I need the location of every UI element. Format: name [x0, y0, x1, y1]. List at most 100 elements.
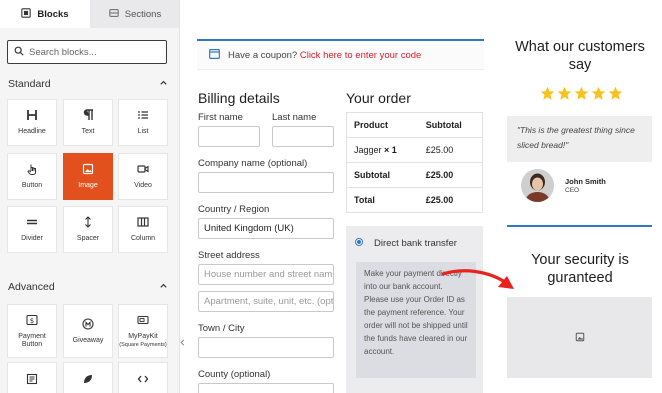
star-rating	[540, 86, 623, 101]
columns-icon	[136, 215, 150, 229]
county-field[interactable]	[198, 383, 334, 393]
search-icon	[14, 43, 24, 61]
street-label: Street address	[198, 250, 260, 261]
town-label: Town / City	[198, 323, 245, 334]
total-label: Total	[346, 187, 419, 213]
tab-blocks[interactable]: Blocks	[0, 0, 90, 28]
blocks-sidebar: Blocks Sections Standard Headline Text L…	[0, 0, 180, 393]
star-icon	[608, 86, 623, 100]
block-list[interactable]: List	[118, 99, 168, 146]
first-name-field[interactable]	[198, 126, 260, 147]
block-label: Image	[78, 182, 98, 190]
advanced-section-title: Advanced	[8, 281, 55, 293]
blocks-icon	[21, 7, 32, 21]
block-label: Giveaway	[72, 336, 104, 344]
block-text[interactable]: Text	[63, 99, 113, 146]
town-field[interactable]	[198, 337, 334, 358]
block-label: Text	[81, 128, 95, 136]
block-image[interactable]: Image	[63, 153, 113, 200]
table-row: Subtotal £25.00	[346, 162, 483, 188]
item-qty: × 1	[384, 145, 397, 155]
block-headline[interactable]: Headline	[7, 99, 57, 146]
company-label: Company name (optional)	[198, 158, 308, 169]
divider	[507, 225, 652, 227]
street-address-2-field[interactable]: Apartment, suite, unit, etc. (optional)	[198, 291, 334, 312]
block-label: Column	[130, 235, 156, 243]
company-field[interactable]	[198, 172, 334, 193]
block-divider[interactable]: Divider	[7, 206, 57, 253]
spacer-arrows-icon	[81, 215, 95, 229]
block-button[interactable]: Button	[7, 153, 57, 200]
heading-icon	[25, 108, 39, 122]
payment-radio[interactable]	[355, 238, 363, 246]
image-placeholder[interactable]	[507, 297, 652, 378]
coupon-question: Have a coupon?	[228, 49, 298, 61]
block-spacer[interactable]: Spacer	[63, 206, 113, 253]
advanced-section-header[interactable]: Advanced	[8, 280, 168, 294]
country-select[interactable]: United Kingdom (UK)	[198, 218, 334, 239]
col-product: Product	[346, 112, 419, 138]
testimonial-role: CEO	[565, 187, 580, 194]
search-input[interactable]	[29, 46, 159, 58]
star-icon	[591, 86, 606, 100]
block-label: MyPayKit (Square Payments)	[119, 332, 167, 348]
table-row: Product Subtotal	[346, 112, 483, 138]
last-name-field[interactable]	[272, 126, 334, 147]
payment-method-label[interactable]: Direct bank transfer	[374, 238, 457, 249]
tab-sections-label: Sections	[124, 8, 162, 20]
testimonial-title: What our customers say	[515, 39, 645, 73]
star-icon	[574, 86, 589, 100]
country-label: Country / Region	[198, 204, 270, 215]
table-row: Jagger × 1 £25.00	[346, 137, 483, 163]
order-table: Product Subtotal Jagger × 1 £25.00 Subto…	[346, 112, 483, 213]
block-giveaway[interactable]: Giveaway	[63, 304, 113, 358]
block-advanced-4[interactable]	[7, 362, 57, 393]
total-value: £25.00	[418, 187, 483, 213]
block-video[interactable]: Video	[118, 153, 168, 200]
sidebar-tabs: Blocks Sections	[0, 0, 179, 28]
avatar	[521, 169, 554, 202]
rafflepress-icon	[81, 317, 95, 331]
county-label: County (optional)	[198, 369, 271, 380]
image-icon	[575, 329, 585, 347]
subtotal-label: Subtotal	[346, 162, 419, 188]
block-label: Payment Button	[18, 332, 46, 348]
star-icon	[557, 86, 572, 100]
block-payment-button[interactable]: $ Payment Button	[7, 304, 57, 358]
list-icon	[136, 108, 150, 122]
block-mypaykit[interactable]: MyPayKit (Square Payments)	[118, 304, 168, 358]
tab-sections[interactable]: Sections	[90, 0, 179, 28]
col-subtotal: Subtotal	[418, 112, 483, 138]
tab-blocks-label: Blocks	[37, 8, 69, 20]
security-title: Your security is guranteed	[531, 252, 629, 286]
block-column[interactable]: Column	[118, 206, 168, 253]
coupon-text: Have a coupon? Click here to enter your …	[228, 50, 421, 61]
block-label: List	[137, 128, 149, 136]
first-name-label: First name	[198, 112, 243, 123]
collapse-sidebar-handle[interactable]	[177, 336, 187, 348]
standard-section-title: Standard	[8, 78, 51, 90]
standard-section-header[interactable]: Standard	[8, 77, 168, 91]
block-label: Spacer	[76, 235, 100, 243]
block-advanced-6[interactable]	[118, 362, 168, 393]
street-address-field[interactable]: House number and street name	[198, 264, 334, 285]
item-price: £25.00	[418, 137, 483, 163]
block-label: Button	[21, 182, 43, 190]
coupon-link[interactable]: Click here to enter your code	[300, 50, 421, 61]
order-title: Your order	[346, 90, 411, 106]
divider-icon	[25, 215, 39, 229]
testimonial-name: John Smith	[565, 177, 606, 186]
image-icon	[81, 162, 95, 176]
sections-icon	[109, 8, 119, 21]
item-cell: Jagger × 1	[346, 137, 419, 163]
block-label: Divider	[21, 235, 43, 243]
form-icon	[25, 372, 39, 386]
search-box	[7, 40, 167, 64]
block-advanced-5[interactable]	[63, 362, 113, 393]
subtotal-value: £25.00	[418, 162, 483, 188]
chevron-up-icon	[159, 78, 168, 90]
block-sublabel: (Square Payments)	[119, 342, 167, 348]
leaf-icon	[81, 372, 95, 386]
block-label: Video	[134, 182, 152, 190]
code-icon	[136, 372, 150, 386]
